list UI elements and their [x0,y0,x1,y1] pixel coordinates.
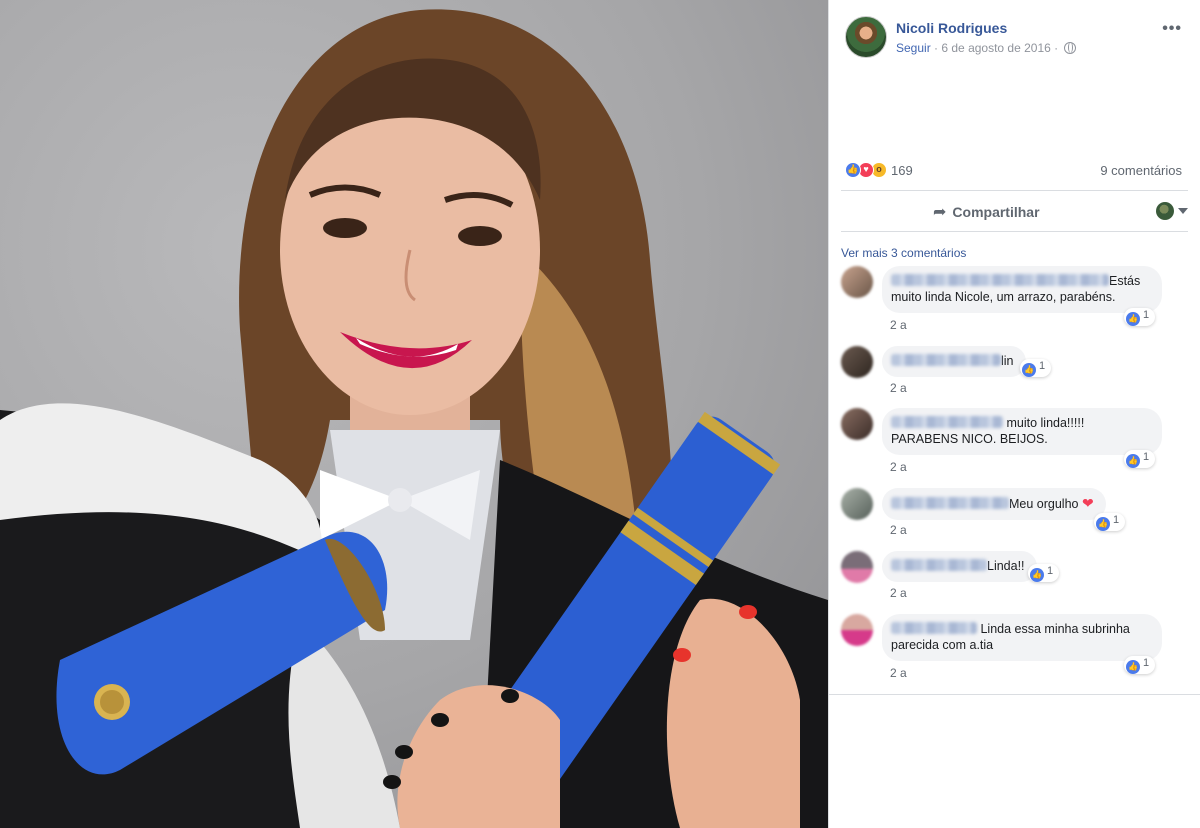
identity-picker[interactable] [1156,202,1188,220]
commenter-avatar[interactable] [841,266,873,298]
comment-time[interactable]: 2 a [890,318,907,332]
comment-time[interactable]: 2 a [890,586,907,600]
comment-bubble: muito linda!!!!! PARABENS NICO. BEIJOS. [882,408,1162,455]
comment-time[interactable]: 2 a [890,523,907,537]
post-meta: Seguir · 6 de agosto de 2016 · [896,41,1076,55]
action-bar: ➦ Compartilhar [841,190,1188,232]
commenter-avatar[interactable] [841,346,873,378]
comment-like-count: 1 [1039,360,1046,372]
like-icon: 👍 [1022,363,1036,377]
comment-bubble: Linda essa minha subrinha parecida com a… [882,614,1162,661]
commenter-name[interactable] [891,559,987,571]
like-icon: 👍 [1126,312,1140,326]
commenter-avatar[interactable] [841,551,873,583]
meta-separator: · [1054,41,1062,55]
like-icon[interactable]: 👍 [845,162,861,178]
comment-like-count: 1 [1143,451,1150,463]
commenter-avatar[interactable] [841,488,873,520]
commenter-name[interactable] [891,497,1009,509]
graduation-portrait [0,9,828,828]
comment-reaction-badge[interactable]: 👍 1 [1094,513,1126,531]
follow-link[interactable]: Seguir [896,41,931,55]
commenter-name[interactable] [891,274,1109,286]
reactions-summary: 👍 ♥ o 169 9 comentários [845,160,1182,184]
divider [829,694,1200,695]
like-icon: 👍 [1096,517,1110,531]
like-icon: 👍 [1126,660,1140,674]
like-icon: 👍 [1126,454,1140,468]
comment-bubble: Estás muito linda Nicole, um arrazo, par… [882,266,1162,313]
comment-like-count: 1 [1113,514,1120,526]
comment-text: Linda!! [987,559,1025,573]
share-label: Compartilhar [952,204,1040,220]
comment-reaction-badge[interactable]: 👍 1 [1124,450,1156,468]
share-button[interactable]: ➦ Compartilhar [933,202,1040,222]
comment-text: Meu orgulho [1009,497,1079,511]
heart-icon: ❤ [1081,495,1094,511]
post-sidebar: Nicoli Rodrigues Seguir · 6 de agosto de… [828,0,1200,828]
comment-reaction-badge[interactable]: 👍 1 [1020,359,1052,377]
comment-time[interactable]: 2 a [890,381,907,395]
view-more-comments-link[interactable]: Ver mais 3 comentários [841,246,966,260]
more-options-button[interactable]: ••• [1162,20,1182,38]
comment-time[interactable]: 2 a [890,460,907,474]
comment-reaction-badge[interactable]: 👍 1 [1028,564,1060,582]
comment-reaction-badge[interactable]: 👍 1 [1124,656,1156,674]
comment-bubble: lin [882,346,1026,377]
comment-reaction-badge[interactable]: 👍 1 [1124,308,1156,326]
post-date[interactable]: 6 de agosto de 2016 [941,41,1050,55]
comment-bubble: Linda!! [882,551,1037,582]
author-name[interactable]: Nicoli Rodrigues [896,20,1007,36]
comment-text: lin [1001,354,1014,368]
identity-avatar [1156,202,1174,220]
comment-bubble: Meu orgulho ❤ [882,488,1106,520]
comment-like-count: 1 [1047,565,1054,577]
commenter-name[interactable] [891,622,977,634]
comment-time[interactable]: 2 a [890,666,907,680]
commenter-avatar[interactable] [841,408,873,440]
author-avatar[interactable] [845,16,887,58]
commenter-name[interactable] [891,416,1003,428]
reaction-count[interactable]: 169 [891,163,913,178]
post-photo[interactable] [0,0,828,828]
globe-icon [1063,42,1076,54]
comment-like-count: 1 [1143,309,1150,321]
comment-count[interactable]: 9 comentários [1100,163,1182,178]
comment-like-count: 1 [1143,657,1150,669]
post-header: Nicoli Rodrigues Seguir · 6 de agosto de… [845,16,1188,64]
like-icon: 👍 [1030,568,1044,582]
caret-down-icon [1178,208,1188,214]
share-arrow-icon: ➦ [933,204,947,221]
commenter-name[interactable] [891,354,1001,366]
commenter-avatar[interactable] [841,614,873,646]
